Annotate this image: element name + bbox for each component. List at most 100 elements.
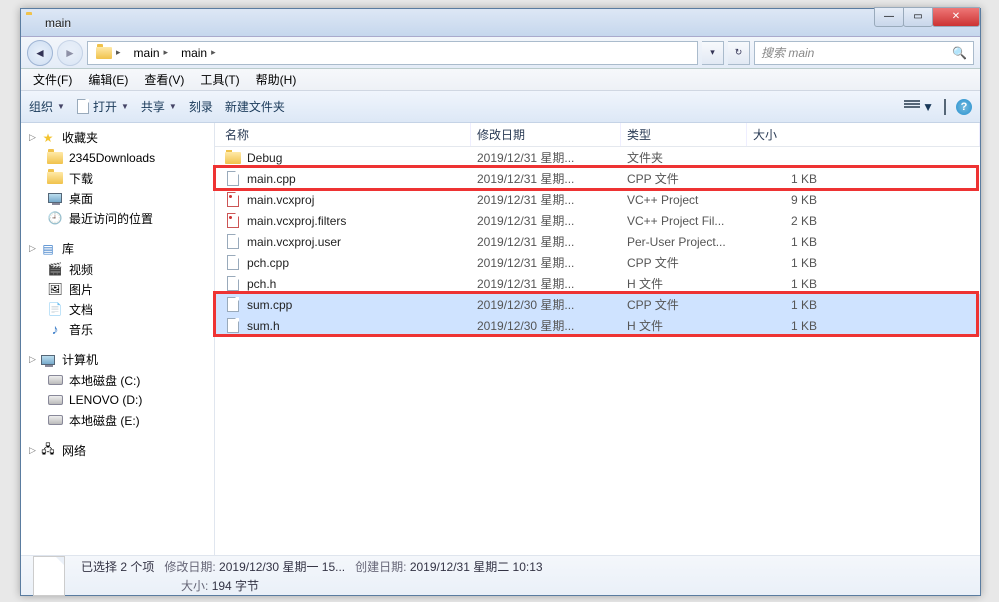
file-date: 2019/12/31 星期... xyxy=(471,149,621,166)
file-size: 9 KB xyxy=(747,193,847,207)
file-row[interactable]: main.vcxproj.filters2019/12/31 星期...VC++… xyxy=(215,210,980,231)
status-size-label: 大小: xyxy=(181,579,208,593)
file-date: 2019/12/31 星期... xyxy=(471,233,621,250)
sidebar-item-drive-e[interactable]: 本地磁盘 (E:) xyxy=(21,410,214,430)
file-size: 1 KB xyxy=(747,172,847,186)
file-type: Per-User Project... xyxy=(621,235,747,249)
file-size: 1 KB xyxy=(747,319,847,333)
file-name: pch.h xyxy=(247,277,276,291)
share-button[interactable]: 共享 ▼ xyxy=(141,98,177,115)
organize-button[interactable]: 组织 ▼ xyxy=(29,98,65,115)
file-size: 1 KB xyxy=(747,235,847,249)
file-name: sum.cpp xyxy=(247,298,292,312)
folder-icon xyxy=(96,47,112,59)
sidebar-item-2345downloads[interactable]: 2345Downloads xyxy=(21,148,214,168)
menu-tools[interactable]: 工具(T) xyxy=(192,69,247,90)
preview-pane-button[interactable] xyxy=(944,100,946,114)
file-icon xyxy=(225,255,241,271)
file-row[interactable]: sum.h2019/12/30 星期...H 文件1 KB xyxy=(215,315,980,336)
file-row[interactable]: main.vcxproj.user2019/12/31 星期...Per-Use… xyxy=(215,231,980,252)
column-type[interactable]: 类型 xyxy=(621,123,747,146)
breadcrumb[interactable]: ▸ main▸ main▸ xyxy=(87,41,698,65)
file-row[interactable]: sum.cpp2019/12/30 星期...CPP 文件1 KB xyxy=(215,294,980,315)
file-row[interactable]: main.vcxproj2019/12/31 星期...VC++ Project… xyxy=(215,189,980,210)
sidebar-item-desktop[interactable]: 桌面 xyxy=(21,188,214,208)
file-type: CPP 文件 xyxy=(621,170,747,187)
sidebar-item-drive-d[interactable]: LENOVO (D:) xyxy=(21,390,214,410)
navbar: ◄ ► ▸ main▸ main▸ ▾ ↻ 搜索 main 🔍 xyxy=(21,37,980,69)
back-button[interactable]: ◄ xyxy=(27,40,53,66)
open-button[interactable]: 打开 ▼ xyxy=(77,98,129,115)
picture-icon: 🖼 xyxy=(47,281,63,297)
sidebar: ▷★收藏夹 2345Downloads 下载 桌面 🕘最近访问的位置 ▷▤库 🎬… xyxy=(21,123,215,555)
menu-file[interactable]: 文件(F) xyxy=(25,69,80,90)
file-name: main.cpp xyxy=(247,172,296,186)
file-icon xyxy=(225,213,241,229)
refresh-button[interactable]: ↻ xyxy=(728,41,750,65)
file-type: H 文件 xyxy=(621,317,747,334)
sidebar-item-downloads[interactable]: 下载 xyxy=(21,168,214,188)
status-mod-value: 2019/12/30 星期一 15... xyxy=(219,560,345,574)
breadcrumb-item[interactable]: main xyxy=(134,46,160,60)
file-icon xyxy=(225,318,241,334)
file-size: 2 KB xyxy=(747,214,847,228)
sidebar-item-music[interactable]: ♪音乐 xyxy=(21,319,214,339)
file-type: CPP 文件 xyxy=(621,296,747,313)
menu-edit[interactable]: 编辑(E) xyxy=(80,69,136,90)
sidebar-computer[interactable]: ▷计算机 xyxy=(21,349,214,370)
status-bar: 已选择 2 个项 修改日期: 2019/12/30 星期一 15... 创建日期… xyxy=(21,555,980,595)
column-date[interactable]: 修改日期 xyxy=(471,123,621,146)
file-name: pch.cpp xyxy=(247,256,289,270)
sidebar-item-videos[interactable]: 🎬视频 xyxy=(21,259,214,279)
file-row[interactable]: Debug2019/12/31 星期...文件夹 xyxy=(215,147,980,168)
sidebar-network[interactable]: ▷🖧网络 xyxy=(21,440,214,461)
minimize-button[interactable]: — xyxy=(874,7,904,27)
menubar: 文件(F) 编辑(E) 查看(V) 工具(T) 帮助(H) xyxy=(21,69,980,91)
file-row[interactable]: pch.cpp2019/12/31 星期...CPP 文件1 KB xyxy=(215,252,980,273)
file-icon xyxy=(225,171,241,187)
folder-icon xyxy=(47,152,63,164)
menu-view[interactable]: 查看(V) xyxy=(136,69,192,90)
burn-button[interactable]: 刻录 xyxy=(189,98,213,115)
file-size: 1 KB xyxy=(747,256,847,270)
sidebar-item-recent[interactable]: 🕘最近访问的位置 xyxy=(21,208,214,228)
sidebar-item-drive-c[interactable]: 本地磁盘 (C:) xyxy=(21,370,214,390)
titlebar[interactable]: main — ▭ ✕ xyxy=(21,9,980,37)
column-size[interactable]: 大小 xyxy=(747,123,980,146)
sidebar-item-documents[interactable]: 📄文档 xyxy=(21,299,214,319)
file-size: 1 KB xyxy=(747,277,847,291)
file-name: main.vcxproj.filters xyxy=(247,214,346,228)
window-title: main xyxy=(45,16,71,30)
file-row[interactable]: main.cpp2019/12/31 星期...CPP 文件1 KB xyxy=(215,168,980,189)
sidebar-libraries[interactable]: ▷▤库 xyxy=(21,238,214,259)
file-list: 名称 修改日期 类型 大小 Debug2019/12/31 星期...文件夹ma… xyxy=(215,123,980,555)
maximize-button[interactable]: ▭ xyxy=(903,7,933,27)
file-type: H 文件 xyxy=(621,275,747,292)
video-icon: 🎬 xyxy=(47,261,63,277)
column-name[interactable]: 名称 xyxy=(215,123,471,146)
status-create-value: 2019/12/31 星期二 10:13 xyxy=(410,560,543,574)
view-mode-button[interactable]: ▼ xyxy=(904,100,934,114)
new-folder-button[interactable]: 新建文件夹 xyxy=(225,98,285,115)
computer-icon xyxy=(41,355,55,365)
search-input[interactable]: 搜索 main 🔍 xyxy=(754,41,974,65)
folder-icon xyxy=(47,172,63,184)
search-icon[interactable]: 🔍 xyxy=(952,46,967,60)
history-dropdown[interactable]: ▾ xyxy=(702,41,724,65)
breadcrumb-item[interactable]: main xyxy=(181,46,207,60)
drive-icon xyxy=(48,395,63,405)
file-type: CPP 文件 xyxy=(621,254,747,271)
close-button[interactable]: ✕ xyxy=(932,7,980,27)
file-row[interactable]: pch.h2019/12/31 星期...H 文件1 KB xyxy=(215,273,980,294)
menu-help[interactable]: 帮助(H) xyxy=(248,69,305,90)
sidebar-favorites[interactable]: ▷★收藏夹 xyxy=(21,127,214,148)
file-icon xyxy=(225,192,241,208)
help-icon[interactable]: ? xyxy=(956,99,972,115)
search-placeholder: 搜索 main xyxy=(761,44,814,61)
forward-button[interactable]: ► xyxy=(57,40,83,66)
sidebar-item-pictures[interactable]: 🖼图片 xyxy=(21,279,214,299)
file-type: VC++ Project xyxy=(621,193,747,207)
file-icon xyxy=(225,234,241,250)
file-icon xyxy=(225,297,241,313)
file-rows: Debug2019/12/31 星期...文件夹main.cpp2019/12/… xyxy=(215,147,980,555)
